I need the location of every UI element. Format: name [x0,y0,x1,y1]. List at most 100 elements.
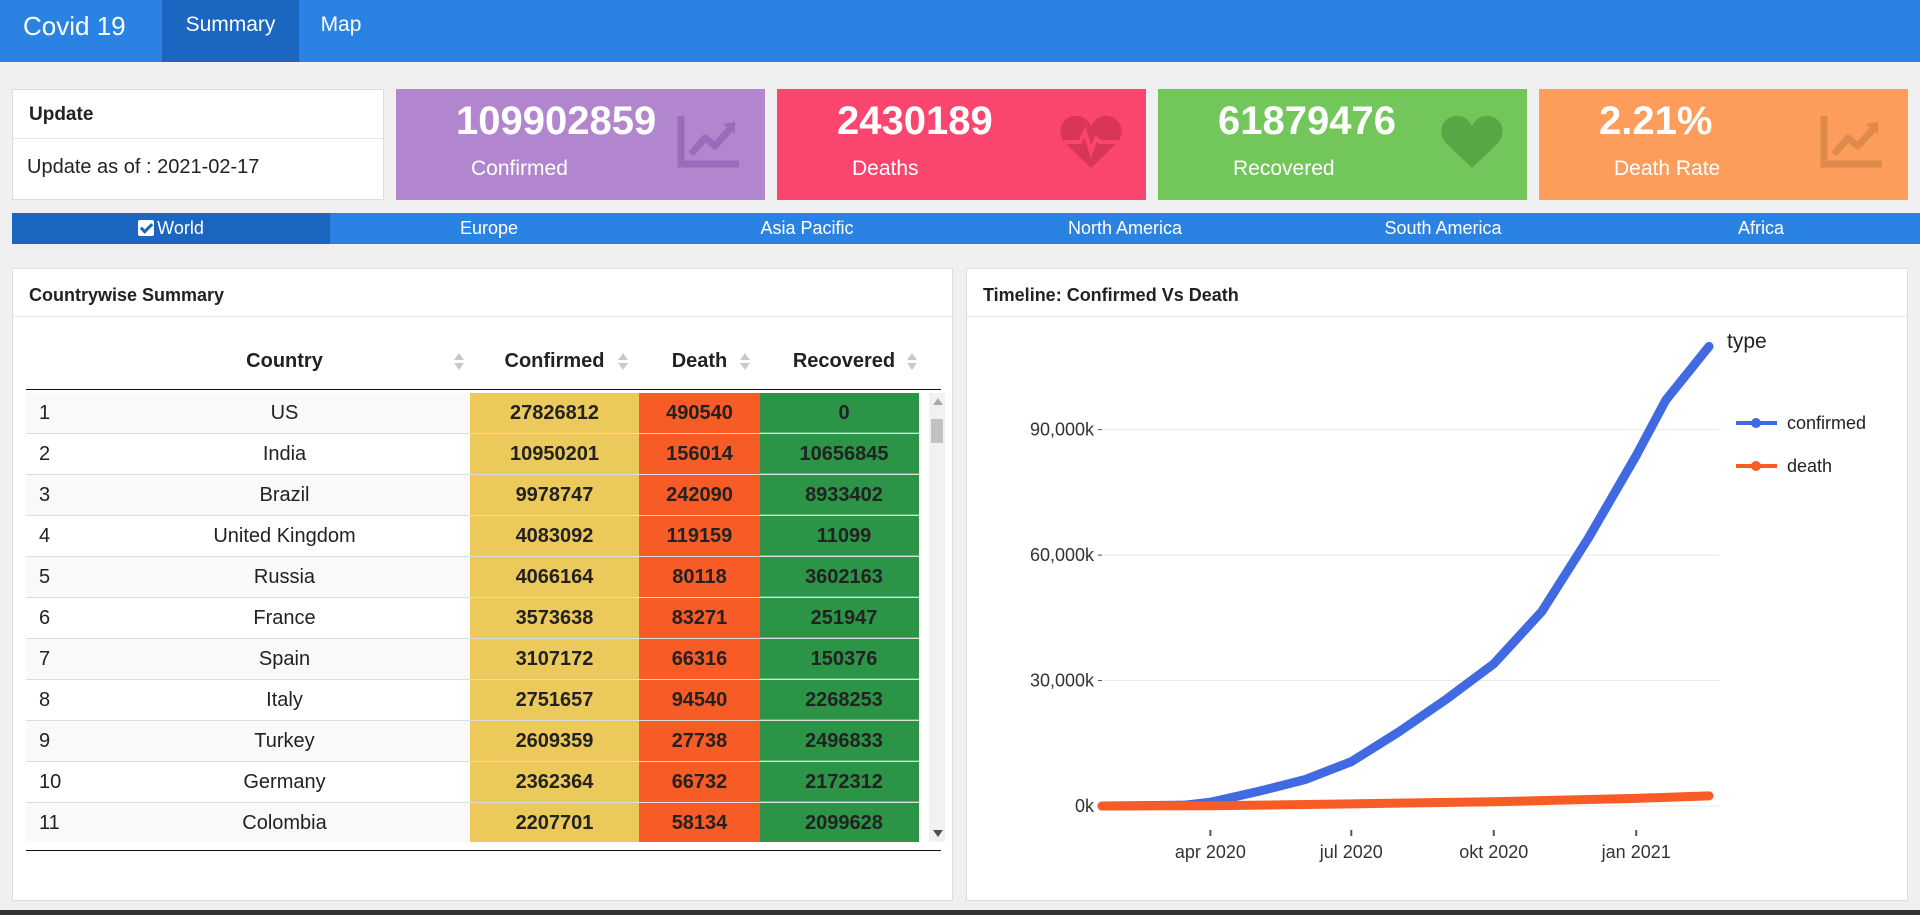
confirmed-value: 109902859 [456,99,657,143]
region-north-america[interactable]: North America [966,213,1284,244]
sort-icon [907,353,917,373]
death-rate-label: Death Rate [1614,157,1721,180]
death-count: 242090 [639,475,760,515]
series-confirmed-line [1097,341,1714,811]
scroll-thumb[interactable] [931,419,943,443]
country-name: India [262,443,307,465]
death-count: 119159 [639,516,760,556]
country-name: Italy [266,689,303,711]
row-index: 5 [39,566,51,588]
chart-title: Timeline: Confirmed Vs Death [967,269,1907,317]
confirmed-count: 2609359 [470,721,639,761]
table-row[interactable]: 7 Spain 3107172 66316 150376 [26,639,919,680]
country-name: United Kingdom [213,525,356,547]
death-count: 156014 [639,434,760,474]
table-row[interactable]: 3 Brazil 9978747 242090 8933402 [26,475,919,516]
region-africa[interactable]: Africa [1602,213,1920,244]
confirmed-count: 3573638 [470,598,639,638]
checkbox-icon [138,220,155,236]
death-count: 27738 [639,721,760,761]
country-name: Russia [253,566,316,588]
y-tick-label: 90,000k [1030,420,1095,440]
legend-marker [1751,418,1761,428]
legend-label: death [1787,456,1832,476]
death-rate-value-box: 2.21% Death Rate [1539,89,1908,200]
y-tick-label: 0k [1075,796,1095,816]
region-europe[interactable]: Europe [330,213,648,244]
recovered-count: 8933402 [760,475,919,515]
recovered-value-box: 61879476 Recovered [1158,89,1527,200]
death-count: 80118 [639,557,760,597]
heart-icon [1441,115,1503,168]
deaths-label: Deaths [852,157,919,180]
column-label: Recovered [792,350,896,372]
row-index: 11 [39,812,60,834]
column-header-death[interactable]: Death [639,333,760,389]
region-south-america[interactable]: South America [1284,213,1602,244]
table-scrollbar[interactable] [929,393,945,842]
table-row[interactable]: 5 Russia 4066164 80118 3602163 [26,557,919,598]
recovered-count: 3602163 [760,557,919,597]
column-header-country[interactable]: Country [86,333,483,389]
x-tick-label: jan 2021 [1601,842,1671,862]
recovered-count: 2268253 [760,680,919,720]
confirmed-count: 27826812 [470,393,639,433]
heartbeat-icon [1060,115,1122,168]
table-row[interactable]: 4 United Kingdom 4083092 119159 11099 [26,516,919,557]
death-rate-value: 2.21% [1599,99,1713,143]
confirmed-count: 2751657 [470,680,639,720]
recovered-value: 61879476 [1218,99,1396,143]
countrywise-summary-panel: Countrywise Summary Country Confirmed De… [12,268,953,901]
sort-icon [740,353,750,373]
row-index: 1 [39,402,51,424]
scroll-up-icon[interactable] [933,398,943,405]
confirmed-count: 3107172 [470,639,639,679]
death-count: 490540 [639,393,760,433]
confirmed-count: 2362364 [470,762,639,802]
recovered-count: 0 [760,393,919,433]
recovered-count: 11099 [760,516,919,556]
recovered-count: 251947 [760,598,919,638]
legend-label: confirmed [1787,413,1866,433]
deaths-value: 2430189 [837,99,993,143]
chart-line-icon [1820,116,1882,168]
table-row[interactable]: 10 Germany 2362364 66732 2172312 [26,762,919,803]
row-index: 2 [39,443,51,465]
region-asia-pacific[interactable]: Asia Pacific [648,213,966,244]
confirmed-count: 2207701 [470,803,639,842]
scroll-down-icon[interactable] [933,830,943,837]
table-row[interactable]: 2 India 10950201 156014 10656845 [26,434,919,475]
update-title: Update [13,90,383,139]
row-index: 10 [39,771,62,793]
x-tick-label: apr 2020 [1175,842,1246,862]
tab-summary[interactable]: Summary [162,0,299,62]
tab-map[interactable]: Map [305,0,377,62]
death-count: 94540 [639,680,760,720]
row-index: 4 [39,525,51,547]
x-tick-label: jul 2020 [1319,842,1383,862]
timeline-chart: 0k 30,000k 60,000k 90,000k apr 2020 jul 2020 o… [1030,330,1866,862]
death-count: 83271 [639,598,760,638]
column-label: Confirmed [504,350,605,372]
table-row[interactable]: 9 Turkey 2609359 27738 2496833 [26,721,919,762]
table-panel-title: Countrywise Summary [13,269,952,317]
death-count: 58134 [639,803,760,842]
sort-icon [454,353,464,373]
column-header-recovered[interactable]: Recovered [760,333,928,389]
recovered-count: 2496833 [760,721,919,761]
confirmed-count: 9978747 [470,475,639,515]
recovered-label: Recovered [1233,157,1335,180]
table-row[interactable]: 6 France 3573638 83271 251947 [26,598,919,639]
death-count: 66732 [639,762,760,802]
table-row[interactable]: 8 Italy 2751657 94540 2268253 [26,680,919,721]
table-row[interactable]: 1 US 27826812 490540 0 [26,393,919,434]
table-row[interactable]: 11 Colombia 2207701 58134 2099628 [26,803,919,842]
chart-line-icon [677,116,739,168]
deaths-value-box: 2430189 Deaths [777,89,1146,200]
recovered-count: 10656845 [760,434,919,474]
column-header-confirmed[interactable]: Confirmed [470,333,639,389]
region-world[interactable]: World [12,213,330,244]
update-text: Update as of : 2021-02-17 [27,156,260,178]
update-box: Update Update as of : 2021-02-17 [12,89,384,200]
country-name: Germany [243,771,326,793]
